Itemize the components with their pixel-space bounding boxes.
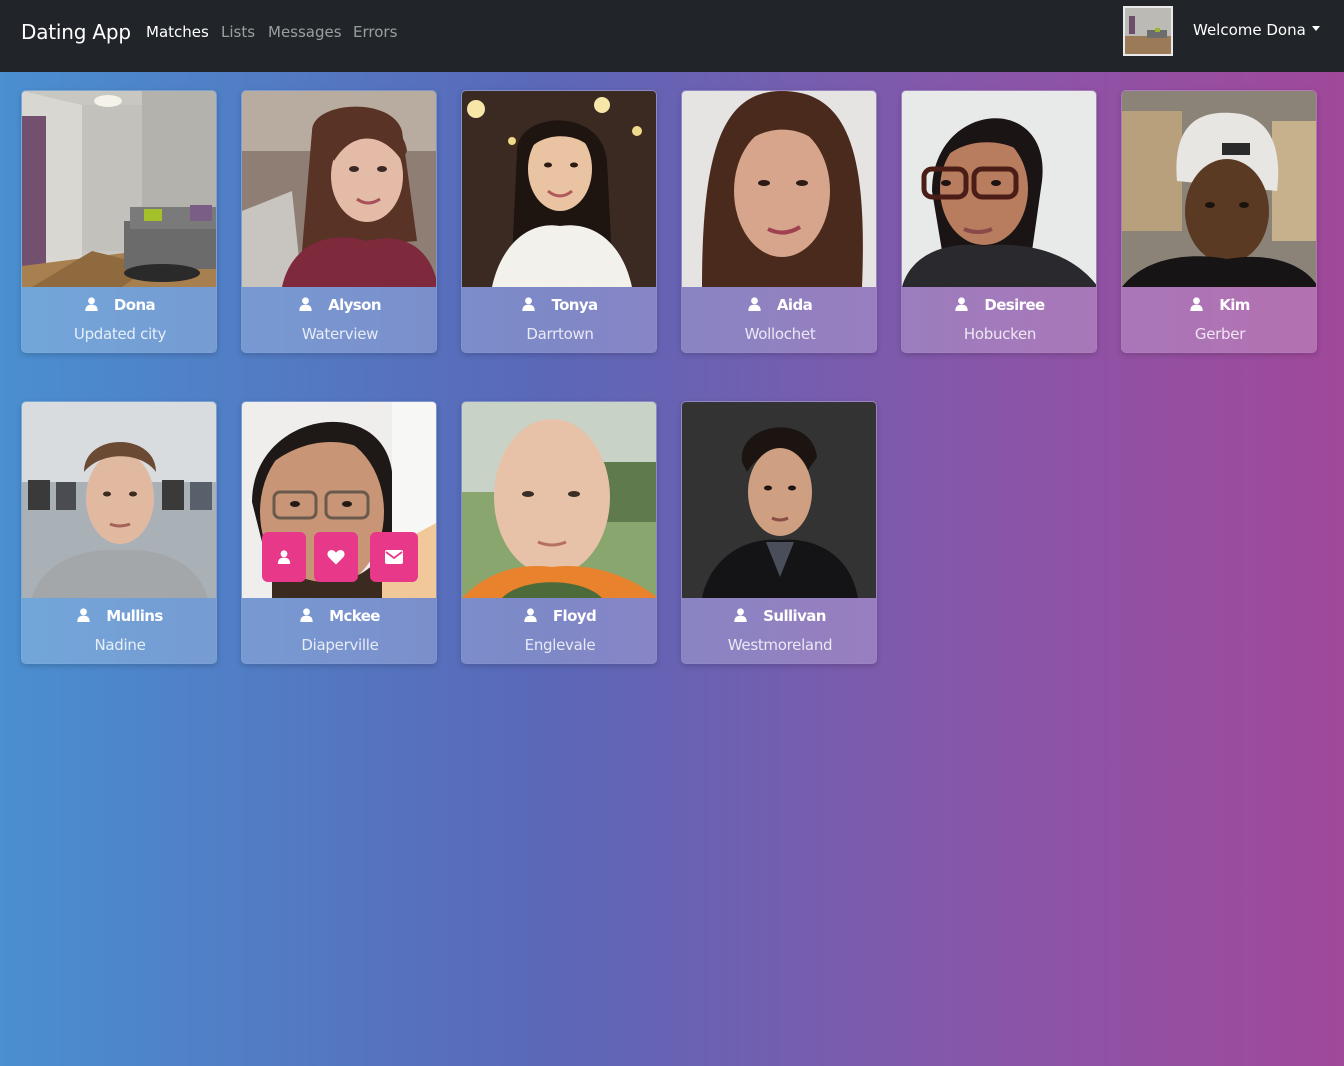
welcome-text: Welcome Dona bbox=[1193, 21, 1306, 39]
user-icon bbox=[300, 608, 313, 622]
member-card-body: Dona Updated city bbox=[22, 287, 216, 352]
user-icon bbox=[278, 550, 291, 564]
member-name: Aida bbox=[776, 296, 813, 314]
member-name-row: Kim bbox=[1122, 295, 1316, 315]
member-city: Nadine bbox=[94, 636, 146, 654]
user-icon bbox=[1190, 297, 1203, 311]
member-card-body: Mullins Nadine bbox=[22, 598, 216, 663]
member-card-body: Alyson Waterview bbox=[242, 287, 436, 352]
member-name-row: Aida bbox=[682, 295, 876, 315]
member-card-body: Mckee Diaperville bbox=[242, 598, 436, 663]
member-card[interactable]: Aida Wollochet bbox=[681, 90, 877, 353]
member-name-row: Tonya bbox=[462, 295, 656, 315]
nav-messages[interactable]: Messages bbox=[268, 22, 342, 42]
member-name-row: Desiree bbox=[902, 295, 1096, 315]
member-city: Hobucken bbox=[963, 325, 1037, 343]
user-icon bbox=[522, 297, 535, 311]
user-icon bbox=[524, 608, 537, 622]
member-name: Kim bbox=[1219, 296, 1250, 314]
member-card[interactable]: Floyd Englevale bbox=[461, 401, 657, 664]
member-card-body: Sullivan Westmoreland bbox=[682, 598, 876, 663]
member-photo bbox=[1122, 91, 1316, 287]
member-name: Floyd bbox=[552, 607, 597, 625]
like-button[interactable] bbox=[314, 532, 358, 582]
user-avatar bbox=[1123, 6, 1173, 56]
member-photo bbox=[242, 91, 436, 287]
member-photo bbox=[462, 91, 656, 287]
nav-matches[interactable]: Matches bbox=[146, 22, 209, 42]
member-card-body: Tonya Darrtown bbox=[462, 287, 656, 352]
view-profile-button[interactable] bbox=[262, 532, 306, 582]
member-card[interactable]: Tonya Darrtown bbox=[461, 90, 657, 353]
member-card[interactable]: Desiree Hobucken bbox=[901, 90, 1097, 353]
user-icon bbox=[955, 297, 968, 311]
member-card[interactable]: Alyson Waterview bbox=[241, 90, 437, 353]
member-photo bbox=[22, 402, 216, 598]
member-card-body: Desiree Hobucken bbox=[902, 287, 1096, 352]
member-name-row: Mullins bbox=[22, 606, 216, 626]
user-dropdown-toggle[interactable]: Welcome Dona bbox=[1193, 20, 1320, 40]
member-card-body: Kim Gerber bbox=[1122, 287, 1316, 352]
member-city: Updated city bbox=[73, 325, 167, 343]
member-name-row: Dona bbox=[22, 295, 216, 315]
top-navbar: Dating App Matches Lists Messages Errors… bbox=[0, 0, 1344, 72]
heart-icon bbox=[327, 550, 345, 565]
member-city: Darrtown bbox=[526, 325, 594, 343]
member-name: Dona bbox=[113, 296, 156, 314]
member-card[interactable]: Mckee Diaperville bbox=[241, 401, 437, 664]
member-city: Gerber bbox=[1194, 325, 1246, 343]
member-card[interactable]: Dona Updated city bbox=[21, 90, 217, 353]
member-photo bbox=[682, 402, 876, 598]
member-name: Mullins bbox=[106, 607, 163, 625]
brand-link[interactable]: Dating App bbox=[21, 19, 131, 45]
member-photo bbox=[462, 402, 656, 598]
user-icon bbox=[748, 297, 761, 311]
member-name: Alyson bbox=[328, 296, 381, 314]
nav-errors[interactable]: Errors bbox=[353, 22, 397, 42]
member-name-row: Mckee bbox=[242, 606, 436, 626]
envelope-icon bbox=[385, 550, 403, 564]
user-icon bbox=[299, 297, 312, 311]
member-name: Desiree bbox=[984, 296, 1045, 314]
member-city: Englevale bbox=[524, 636, 596, 654]
member-city: Wollochet bbox=[744, 325, 816, 343]
member-name: Tonya bbox=[551, 296, 598, 314]
member-name: Mckee bbox=[329, 607, 380, 625]
member-photo bbox=[902, 91, 1096, 287]
member-card[interactable]: Sullivan Westmoreland bbox=[681, 401, 877, 664]
user-icon bbox=[85, 297, 98, 311]
member-city: Westmoreland bbox=[727, 636, 833, 654]
member-name-row: Alyson bbox=[242, 295, 436, 315]
user-icon bbox=[77, 608, 90, 622]
member-card-body: Aida Wollochet bbox=[682, 287, 876, 352]
user-icon bbox=[734, 608, 747, 622]
member-photo bbox=[682, 91, 876, 287]
member-city: Diaperville bbox=[301, 636, 379, 654]
member-card[interactable]: Kim Gerber bbox=[1121, 90, 1317, 353]
member-card-body: Floyd Englevale bbox=[462, 598, 656, 663]
message-button[interactable] bbox=[370, 532, 418, 582]
nav-lists[interactable]: Lists bbox=[221, 22, 255, 42]
card-hover-actions bbox=[262, 532, 422, 582]
member-photo bbox=[22, 91, 216, 287]
member-name-row: Floyd bbox=[462, 606, 656, 626]
member-name: Sullivan bbox=[763, 607, 826, 625]
caret-down-icon bbox=[1311, 26, 1320, 31]
member-card[interactable]: Mullins Nadine bbox=[21, 401, 217, 664]
member-name-row: Sullivan bbox=[682, 606, 876, 626]
member-city: Waterview bbox=[301, 325, 379, 343]
